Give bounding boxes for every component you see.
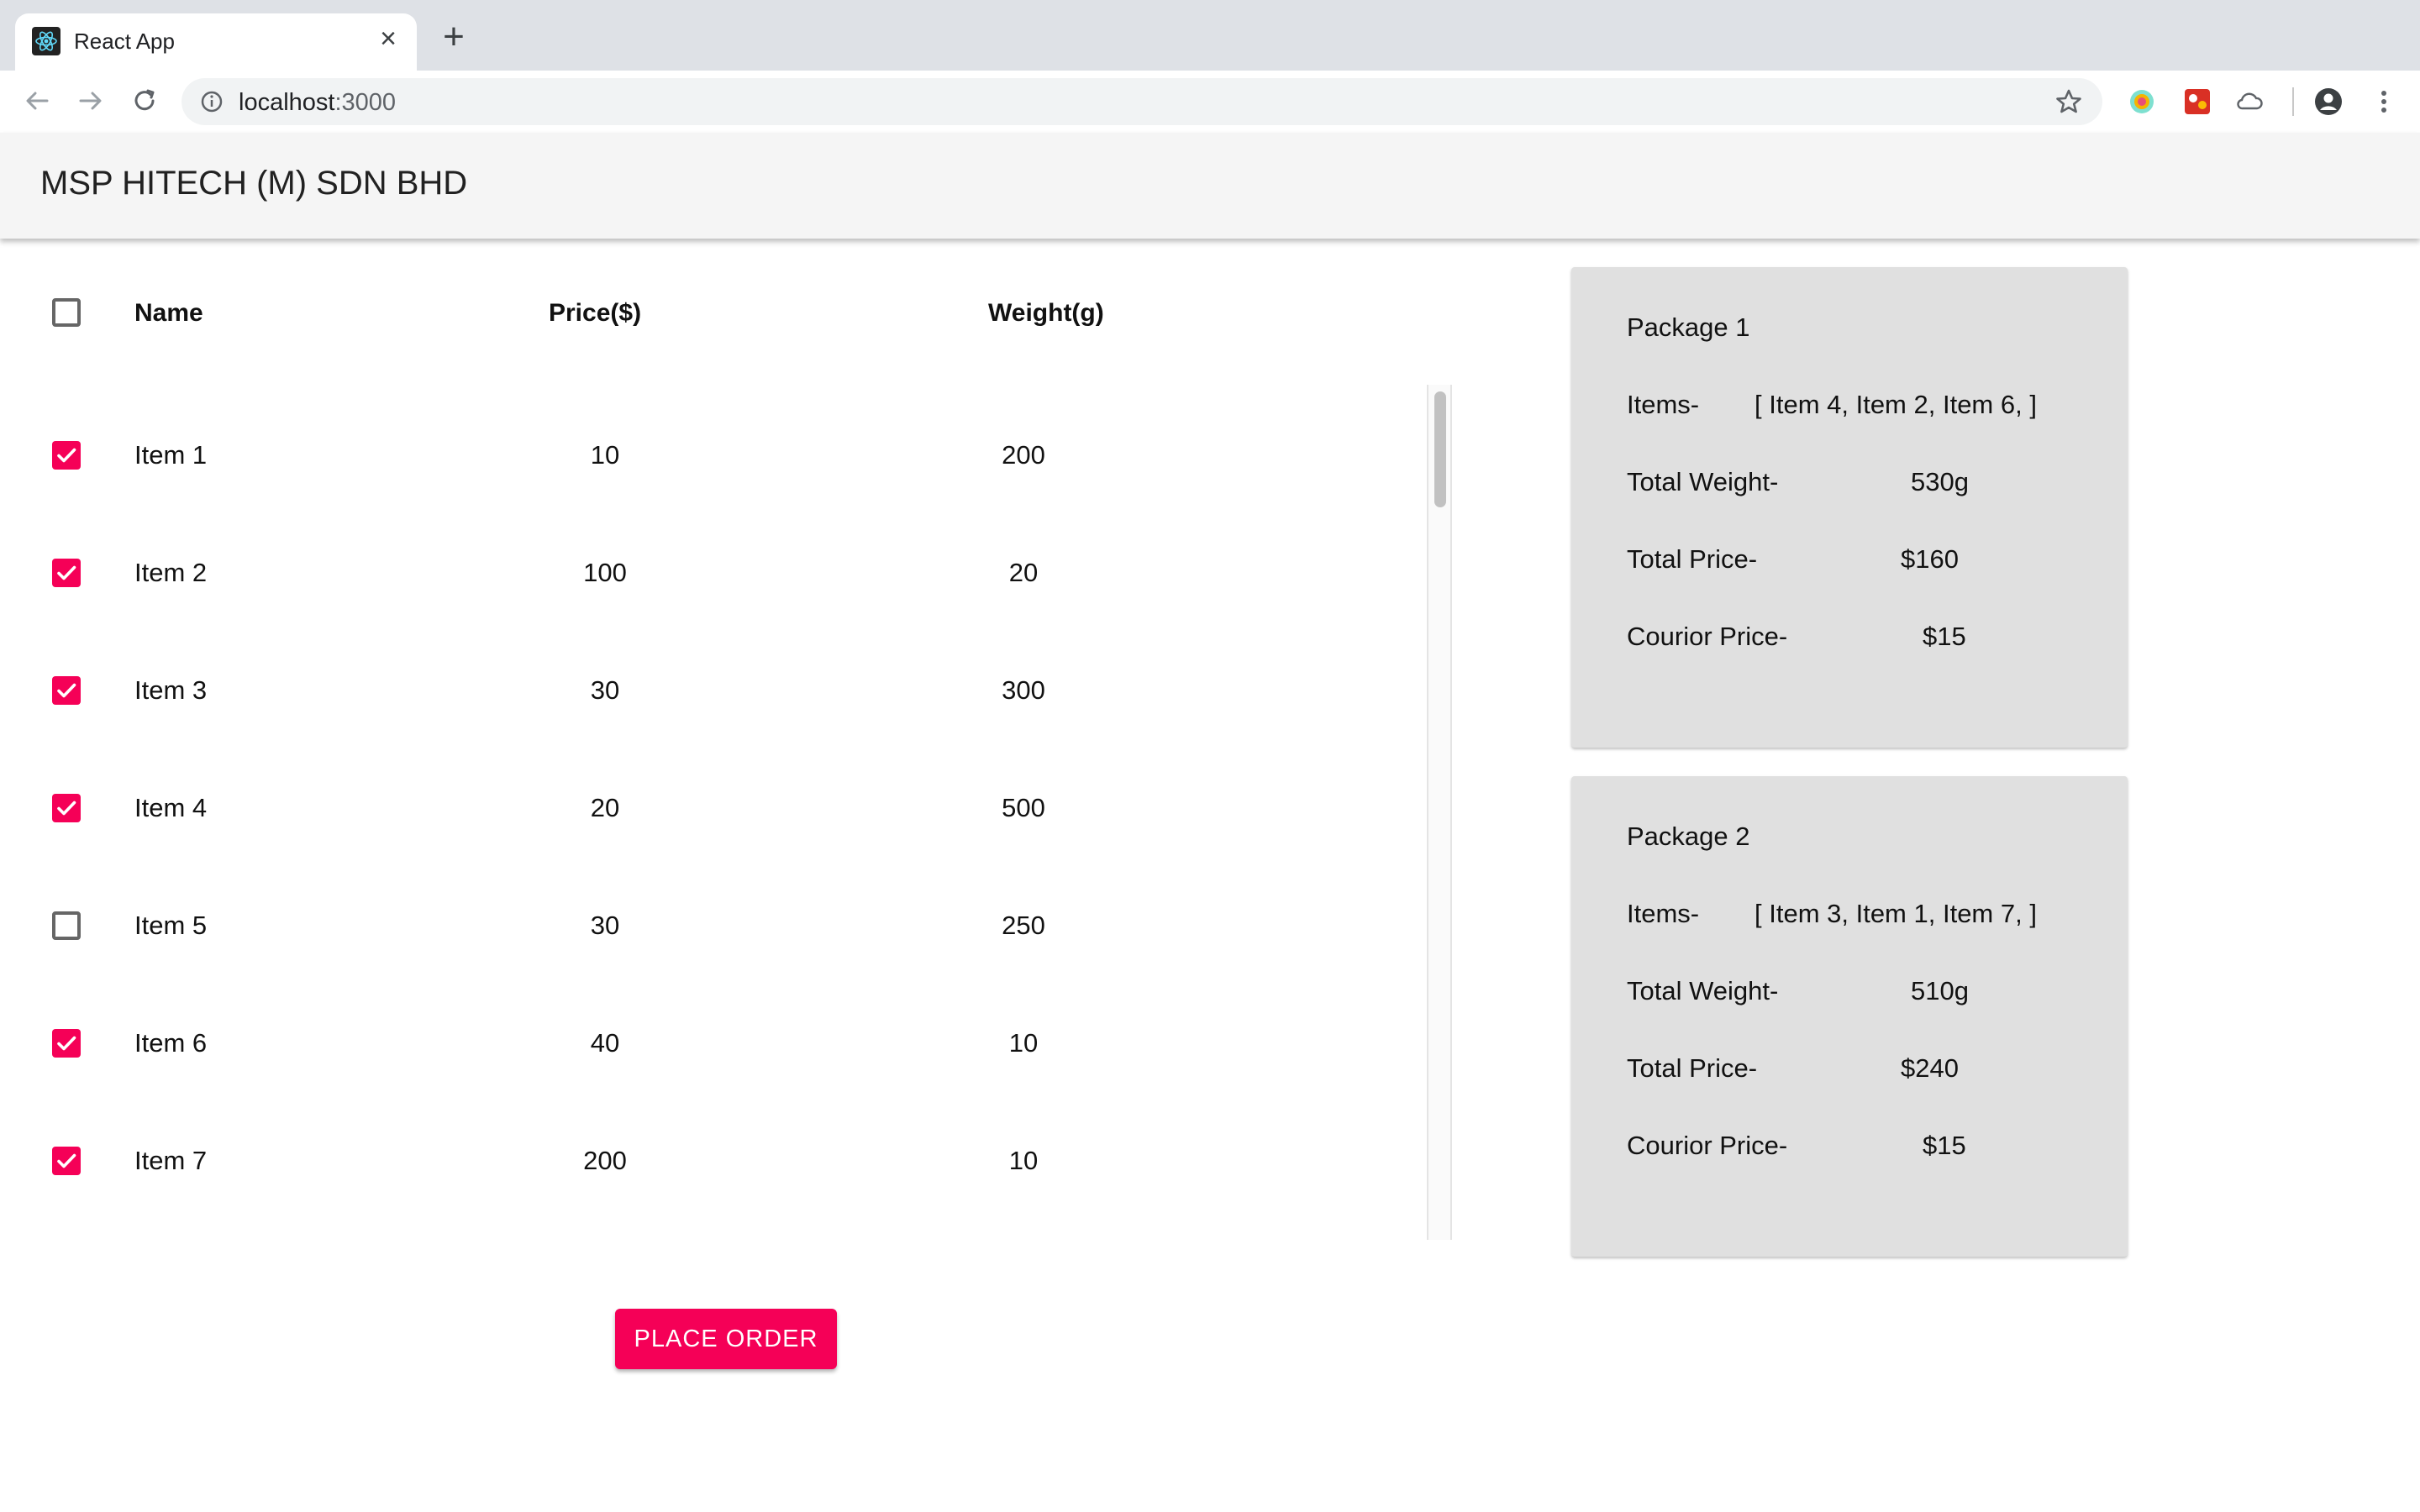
row-checkbox[interactable] <box>52 1029 81 1058</box>
url-port: :3000 <box>334 89 397 116</box>
courier-price-value: $15 <box>1923 622 1966 651</box>
forward-arrow-icon[interactable] <box>74 84 108 118</box>
item-weight: 200 <box>1002 440 1045 470</box>
close-tab-icon[interactable]: × <box>371 22 405 55</box>
url-host: localhost <box>239 89 335 116</box>
items-label: Items- <box>1627 899 1700 928</box>
browser-tab[interactable]: React App × <box>15 13 417 71</box>
items-label: Items- <box>1627 390 1700 419</box>
site-info-icon[interactable] <box>198 88 225 115</box>
browser-menu-icon[interactable] <box>2370 87 2398 116</box>
item-name: Item 6 <box>134 1028 208 1058</box>
bookmark-star-icon[interactable] <box>2054 87 2084 117</box>
item-price: 100 <box>583 558 627 587</box>
package-title: Package 1 <box>1627 312 1750 342</box>
courier-price-value: $15 <box>1923 1131 1966 1160</box>
item-weight: 10 <box>1008 1146 1039 1175</box>
item-weight: 250 <box>1002 911 1045 940</box>
toolbar-separator <box>2292 87 2294 116</box>
row-checkbox[interactable] <box>52 676 81 705</box>
item-weight: 500 <box>1002 793 1045 822</box>
reload-icon[interactable] <box>128 84 161 118</box>
column-header-price: Price($) <box>549 299 642 327</box>
item-weight: 10 <box>1008 1028 1039 1058</box>
total-price-value: $160 <box>1901 544 1959 574</box>
column-header-weight: Weight(g) <box>988 299 1104 327</box>
row-checkbox[interactable] <box>52 441 81 470</box>
item-name: Item 2 <box>134 558 208 587</box>
total-price-label: Total Price- <box>1627 544 1758 574</box>
item-price: 30 <box>590 911 620 940</box>
total-weight-label: Total Weight- <box>1627 467 1779 496</box>
courier-price-label: Courior Price- <box>1627 622 1788 651</box>
row-checkbox[interactable] <box>52 911 81 940</box>
item-price: 20 <box>590 793 620 822</box>
back-arrow-icon[interactable] <box>20 84 54 118</box>
browser-tab-strip: React App × + <box>0 0 2420 71</box>
item-price: 10 <box>590 440 620 470</box>
app-bar: MSP HITECH (M) SDN BHD <box>0 133 2420 239</box>
table-scrollbar[interactable] <box>1427 385 1452 1240</box>
item-price: 200 <box>583 1146 627 1175</box>
row-checkbox[interactable] <box>52 794 81 822</box>
item-name: Item 7 <box>134 1146 208 1175</box>
item-weight: 300 <box>1002 675 1045 705</box>
cloud-icon[interactable] <box>2235 87 2264 116</box>
url-text: localhost:3000 <box>239 89 396 117</box>
app-title: MSP HITECH (M) SDN BHD <box>40 165 468 202</box>
package-card: Package 2 Items- [ Item 3, Item 1, Item 7,… <box>1571 776 2128 1257</box>
row-checkbox[interactable] <box>52 559 81 587</box>
items-value: [ Item 4, Item 2, Item 6, ] <box>1754 390 2037 419</box>
package-title: Package 2 <box>1627 822 1750 851</box>
package-card: Package 1 Items- [ Item 4, Item 2, Item 6,… <box>1571 267 2128 748</box>
browser-toolbar: localhost:3000 <box>0 71 2420 134</box>
total-weight-value: 510g <box>1911 976 1969 1005</box>
profile-avatar-icon[interactable] <box>2314 87 2343 116</box>
column-header-name: Name <box>134 299 203 327</box>
item-weight: 20 <box>1008 558 1039 587</box>
item-name: Item 4 <box>134 793 208 822</box>
extension-target-icon[interactable] <box>2128 87 2156 116</box>
scrollbar-thumb[interactable] <box>1434 391 1446 507</box>
extension-red-icon[interactable] <box>2183 87 2212 116</box>
new-tab-button[interactable]: + <box>437 18 471 55</box>
item-name: Item 5 <box>134 911 208 940</box>
react-logo-icon <box>32 27 60 55</box>
select-all-checkbox[interactable] <box>52 298 81 327</box>
row-checkbox[interactable] <box>52 1147 81 1175</box>
item-name: Item 3 <box>134 675 208 705</box>
item-name: Item 1 <box>134 440 208 470</box>
total-price-label: Total Price- <box>1627 1053 1758 1083</box>
total-price-value: $240 <box>1901 1053 1959 1083</box>
courier-price-label: Courior Price- <box>1627 1131 1788 1160</box>
tab-title: React App <box>74 29 175 54</box>
item-price: 40 <box>590 1028 620 1058</box>
total-weight-label: Total Weight- <box>1627 976 1779 1005</box>
items-value: [ Item 3, Item 1, Item 7, ] <box>1754 899 2037 928</box>
address-bar[interactable]: localhost:3000 <box>182 78 2102 125</box>
place-order-button[interactable]: PLACE ORDER <box>615 1309 837 1369</box>
item-price: 30 <box>590 675 620 705</box>
total-weight-value: 530g <box>1911 467 1969 496</box>
